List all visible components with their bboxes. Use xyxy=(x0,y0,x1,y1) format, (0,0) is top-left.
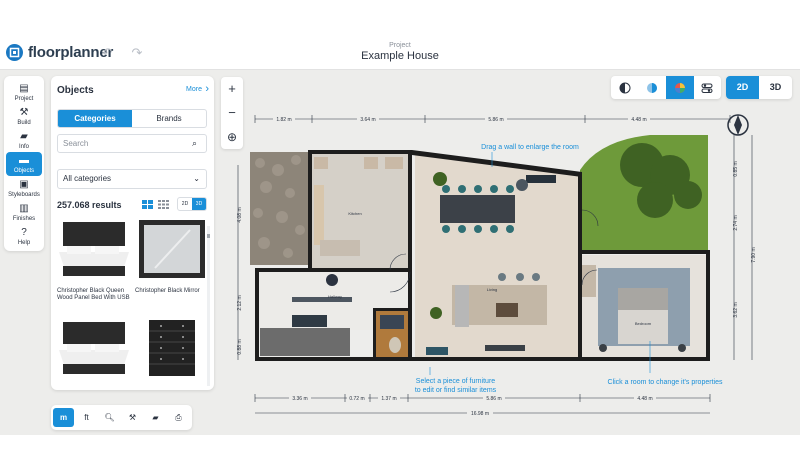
hint-drag-wall: Drag a wall to enlarge the room xyxy=(481,144,579,151)
dim-left-3: 0.88 m xyxy=(237,339,243,354)
panel-title: Objects xyxy=(57,85,94,96)
project-caption: Project xyxy=(389,42,411,49)
bottom-toolbar: m ft 🔍︎ ⚒ ▰ ⎙ xyxy=(51,405,192,430)
view-mode-toggle: 2D 3D xyxy=(726,76,792,99)
queen-bed-thumbnail xyxy=(59,222,129,276)
color-mode-icon[interactable] xyxy=(639,76,667,99)
recenter-icon[interactable]: ⊕ xyxy=(221,125,243,149)
bottom-strip xyxy=(0,435,800,475)
dim-bottom-3: 1.37 m xyxy=(381,396,396,402)
large-grid-icon[interactable] xyxy=(142,200,153,209)
search-icon[interactable]: ⌕ xyxy=(192,138,197,149)
dim-bottom-1: 3.36 m xyxy=(292,396,307,402)
view-3d-button[interactable]: 3D xyxy=(759,76,792,99)
mirror-thumbnail xyxy=(139,220,205,278)
search-input[interactable] xyxy=(57,134,207,153)
tab-categories[interactable]: Categories xyxy=(58,110,132,127)
tools-icon[interactable]: ⚒ xyxy=(122,408,143,427)
compass-icon[interactable] xyxy=(727,114,749,136)
rail-item-objects[interactable]: ▬ Objects xyxy=(6,152,42,176)
zoom-out-button[interactable]: − xyxy=(221,101,243,125)
object-item[interactable] xyxy=(57,318,131,388)
dim-right-2: 2.74 m xyxy=(733,215,739,230)
unit-metric-button[interactable]: m xyxy=(53,408,74,427)
object-caption: Christopher Black Mirror xyxy=(135,288,200,294)
project-title[interactable]: Example House xyxy=(0,50,800,62)
view-2d-button[interactable]: 2D xyxy=(726,76,759,99)
more-link[interactable]: More xyxy=(186,86,202,93)
rail-item-project[interactable]: ▤ Project xyxy=(6,80,42,104)
zoom-in-button[interactable]: + xyxy=(221,77,243,101)
styleboards-icon: ▣ xyxy=(19,179,29,190)
room-label-kitchen[interactable]: Kitchen xyxy=(348,211,361,216)
layers-toggle-icon[interactable] xyxy=(694,76,722,99)
dim-top-1: 1.82 m xyxy=(276,117,291,123)
object-item[interactable]: Christopher Black Queen Wood Panel Bed W… xyxy=(57,218,131,302)
rail-item-help[interactable]: ? Help xyxy=(6,224,42,248)
tab-brands[interactable]: Brands xyxy=(132,110,206,127)
left-rail: ▤ Project ⚒ Build ▰ Info ▬ Objects ▣ Sty… xyxy=(4,76,44,251)
thumb-3d[interactable]: 3D xyxy=(192,198,206,210)
chevron-down-icon: ⌄ xyxy=(193,174,200,183)
dim-total: 16.98 m xyxy=(471,411,489,417)
help-icon: ? xyxy=(21,227,27,238)
rail-item-build[interactable]: ⚒ Build xyxy=(6,104,42,128)
contrast-icon[interactable] xyxy=(611,76,639,99)
dim-top-3: 5.86 m xyxy=(488,117,503,123)
zoom-controls: + − ⊕ xyxy=(221,77,243,149)
bed-thumbnail xyxy=(59,322,129,374)
full-color-icon[interactable] xyxy=(666,76,694,99)
results-count: 257.068 results xyxy=(57,200,122,210)
sofa[interactable] xyxy=(455,285,469,327)
object-item[interactable] xyxy=(135,318,209,388)
dim-right-total: 7.90 m xyxy=(751,247,757,262)
dim-bottom-2: 0.72 m xyxy=(349,396,364,402)
room-label-living[interactable]: Living xyxy=(487,287,497,292)
info-icon: ▰ xyxy=(20,131,28,142)
finishes-icon: ▥ xyxy=(19,203,29,214)
category-select[interactable]: All categories ⌄ xyxy=(57,169,207,189)
thumbnail-mode-toggle: 2D 3D xyxy=(177,197,207,211)
dresser-thumbnail xyxy=(149,320,195,376)
objects-panel: Objects More › Categories Brands ⌕ All c… xyxy=(51,76,214,390)
dim-right-1: 0.85 m xyxy=(733,161,739,176)
hint-click-room: Click a room to change it's properties xyxy=(607,379,723,386)
dining-table[interactable] xyxy=(440,195,515,223)
dim-top-2: 3.64 m xyxy=(360,117,375,123)
thumb-2d[interactable]: 2D xyxy=(178,198,192,210)
object-item[interactable]: Christopher Black Mirror xyxy=(135,218,209,295)
view-tools xyxy=(611,76,721,99)
small-grid-icon[interactable] xyxy=(158,200,169,209)
rail-item-info[interactable]: ▰ Info xyxy=(6,128,42,152)
panel-tabs: Categories Brands xyxy=(57,109,207,128)
comment-icon[interactable]: ▰ xyxy=(145,408,166,427)
rail-item-finishes[interactable]: ▥ Finishes xyxy=(6,200,42,224)
hint-select-furniture: Select a piece of furniture to edit or f… xyxy=(414,378,497,394)
panel-scrollbar[interactable] xyxy=(207,226,210,386)
objects-icon: ▬ xyxy=(19,155,29,166)
dim-left-2: 2.12 m xyxy=(237,295,243,310)
object-caption: Christopher Black Queen Wood Panel Bed W… xyxy=(57,288,130,301)
dim-bottom-5: 4.48 m xyxy=(637,396,652,402)
dim-bottom-4: 5.86 m xyxy=(486,396,501,402)
dim-left-1: 4.08 m xyxy=(237,207,243,222)
top-bar: floorplanner ↶ ↷ Project Example House xyxy=(0,0,800,70)
dim-right-3: 3.62 m xyxy=(733,302,739,317)
rail-item-styleboards[interactable]: ▣ Styleboards xyxy=(6,176,42,200)
unit-feet-button[interactable]: ft xyxy=(76,408,97,427)
project-icon: ▤ xyxy=(19,83,29,94)
build-icon: ⚒ xyxy=(19,107,29,118)
chevron-right-icon[interactable]: › xyxy=(205,83,209,95)
search-tool-icon[interactable]: 🔍︎ xyxy=(99,408,120,427)
category-select-value: All categories xyxy=(63,174,112,183)
room-label-hallway[interactable]: Hallway xyxy=(328,294,342,299)
dim-top-4: 4.48 m xyxy=(631,117,646,123)
print-icon[interactable]: ⎙ xyxy=(168,408,189,427)
room-label-bedroom[interactable]: Bedroom xyxy=(635,321,652,326)
